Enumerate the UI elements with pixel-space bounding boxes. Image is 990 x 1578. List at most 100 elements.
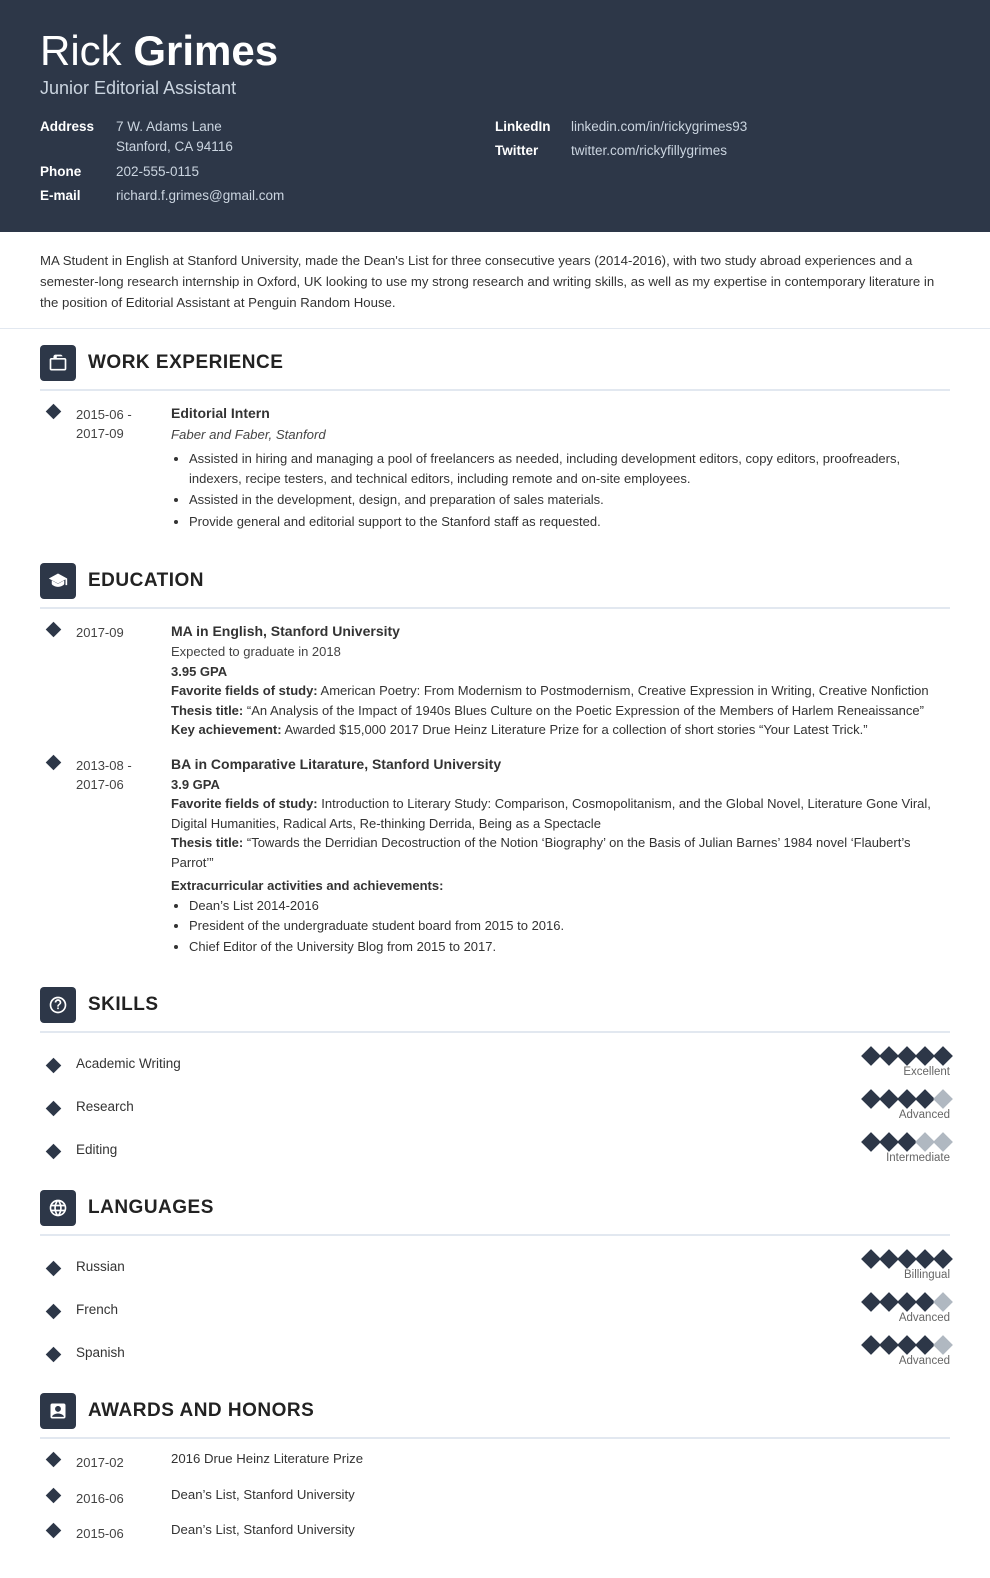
diamond-icon bbox=[46, 1144, 62, 1160]
skill-name: Russian bbox=[76, 1259, 820, 1274]
dot-filled bbox=[897, 1249, 917, 1269]
edu-section-header: EDUCATION bbox=[40, 547, 950, 609]
languages-section: LANGUAGES RussianBillingual French Advance… bbox=[0, 1174, 990, 1371]
lang-section-header: LANGUAGES bbox=[40, 1174, 950, 1236]
header-section: Rick Grimes Junior Editorial Assistant A… bbox=[0, 0, 990, 232]
skill-name: French bbox=[76, 1302, 820, 1317]
skill-name: Editing bbox=[76, 1142, 820, 1157]
work-icon bbox=[40, 345, 76, 381]
dot-filled bbox=[915, 1089, 935, 1109]
dot-filled bbox=[879, 1132, 899, 1152]
work-content-1: Editorial Intern Faber and Faber, Stanfo… bbox=[171, 403, 950, 534]
skill-level-label: Advanced bbox=[899, 1355, 950, 1367]
job-title: Junior Editorial Assistant bbox=[40, 78, 950, 99]
edu-degree-1: MA in English, Stanford University bbox=[171, 621, 950, 642]
dot-filled bbox=[933, 1249, 953, 1269]
full-name: Rick Grimes bbox=[40, 28, 950, 74]
skill-level-label: Advanced bbox=[899, 1109, 950, 1121]
skill-level-label: Advanced bbox=[899, 1312, 950, 1324]
skill-rating: Excellent bbox=[820, 1049, 950, 1078]
job-title-1: Editorial Intern bbox=[171, 403, 950, 424]
award-bullet bbox=[48, 1487, 76, 1509]
skills-section-header: SKILLS bbox=[40, 971, 950, 1033]
edu-entry-2: 2013-08 -2017-06 BA in Comparative Litar… bbox=[40, 754, 950, 958]
dot-empty bbox=[933, 1335, 953, 1355]
edu-content-2: BA in Comparative Litarature, Stanford U… bbox=[171, 754, 950, 958]
edu-field-label-1: Favorite fields of study: bbox=[171, 683, 318, 698]
skill-bullet bbox=[48, 1057, 76, 1071]
phone-row: Phone 202-555-0115 bbox=[40, 162, 495, 182]
award-entry: 2017-022016 Drue Heinz Literature Prize bbox=[40, 1451, 950, 1473]
skill-item: Spanish Advanced bbox=[40, 1334, 950, 1371]
contact-info: Address 7 W. Adams Lane Stanford, CA 941… bbox=[40, 117, 950, 210]
dot-empty bbox=[933, 1292, 953, 1312]
diamond-icon bbox=[46, 403, 62, 419]
skill-item: French Advanced bbox=[40, 1291, 950, 1328]
award-bullet bbox=[48, 1522, 76, 1544]
linkedin-row: LinkedIn linkedin.com/in/rickygrimes93 bbox=[495, 117, 950, 137]
edu-thesis-label-1: Thesis title: bbox=[171, 703, 243, 718]
edu-entry-1: 2017-09 MA in English, Stanford Universi… bbox=[40, 621, 950, 740]
email-row: E-mail richard.f.grimes@gmail.com bbox=[40, 186, 495, 206]
award-date: 2015-06 bbox=[76, 1522, 171, 1544]
dot-filled bbox=[915, 1335, 935, 1355]
work-experience-section: WORK EXPERIENCE 2015-06 -2017-09 Editori… bbox=[0, 329, 990, 534]
dot-filled bbox=[915, 1292, 935, 1312]
dot-filled bbox=[861, 1089, 881, 1109]
award-entry: 2016-06Dean’s List, Stanford University bbox=[40, 1487, 950, 1509]
contact-left: Address 7 W. Adams Lane Stanford, CA 941… bbox=[40, 117, 495, 210]
dot-filled bbox=[861, 1335, 881, 1355]
email-value: richard.f.grimes@gmail.com bbox=[116, 186, 284, 206]
edu-gpa-2: 3.9 GPA bbox=[171, 775, 950, 795]
award-entry: 2015-06Dean’s List, Stanford University bbox=[40, 1522, 950, 1544]
skill-dots bbox=[864, 1135, 950, 1149]
skill-item: Editing Intermediate bbox=[40, 1131, 950, 1168]
email-label: E-mail bbox=[40, 186, 110, 206]
awards-section: AWARDS AND HONORS 2017-022016 Drue Heinz… bbox=[0, 1377, 990, 1578]
skills-list: Academic WritingExcellentResearchAdvance… bbox=[40, 1045, 950, 1168]
awards-list: 2017-022016 Drue Heinz Literature Prize 2… bbox=[40, 1451, 950, 1544]
diamond-icon bbox=[46, 1452, 62, 1468]
award-name: Dean’s List, Stanford University bbox=[171, 1487, 355, 1509]
edu-extra-item-2: President of the undergraduate student b… bbox=[189, 916, 950, 936]
dot-filled bbox=[861, 1292, 881, 1312]
skill-level-label: Intermediate bbox=[886, 1152, 950, 1164]
diamond-icon bbox=[46, 1523, 62, 1539]
skills-section-title: SKILLS bbox=[88, 994, 159, 1016]
linkedin-label: LinkedIn bbox=[495, 117, 565, 137]
edu-thesis-1: Thesis title: “An Analysis of the Impact… bbox=[171, 701, 950, 721]
diamond-icon bbox=[46, 1261, 62, 1277]
skill-name: Spanish bbox=[76, 1345, 820, 1360]
diamond-icon bbox=[46, 1304, 62, 1320]
diamond-icon bbox=[46, 755, 62, 771]
skill-item: RussianBillingual bbox=[40, 1248, 950, 1285]
diamond-icon bbox=[46, 1488, 62, 1504]
dot-filled bbox=[879, 1292, 899, 1312]
edu-field-2: Favorite fields of study: Introduction t… bbox=[171, 794, 950, 833]
work-entry-1: 2015-06 -2017-09 Editorial Intern Faber … bbox=[40, 403, 950, 534]
dot-filled bbox=[933, 1046, 953, 1066]
dot-filled bbox=[861, 1046, 881, 1066]
address-value: 7 W. Adams Lane Stanford, CA 94116 bbox=[116, 117, 233, 158]
edu-content-1: MA in English, Stanford University Expec… bbox=[171, 621, 950, 740]
briefcase-icon bbox=[48, 353, 68, 373]
linkedin-value: linkedin.com/in/rickygrimes93 bbox=[571, 117, 747, 137]
twitter-row: Twitter twitter.com/rickyfillygrimes bbox=[495, 141, 950, 161]
skill-dots bbox=[864, 1092, 950, 1106]
awards-section-title: AWARDS AND HONORS bbox=[88, 1400, 314, 1422]
contact-right: LinkedIn linkedin.com/in/rickygrimes93 T… bbox=[495, 117, 950, 210]
edu-achieve-label-1: Key achievement: bbox=[171, 722, 282, 737]
skills-icon bbox=[40, 987, 76, 1023]
dot-filled bbox=[861, 1249, 881, 1269]
skill-name: Academic Writing bbox=[76, 1056, 820, 1071]
lang-section-title: LANGUAGES bbox=[88, 1197, 214, 1219]
summary-text: MA Student in English at Stanford Univer… bbox=[40, 253, 934, 310]
dot-empty bbox=[915, 1132, 935, 1152]
skill-dots bbox=[864, 1049, 950, 1063]
work-section-title: WORK EXPERIENCE bbox=[88, 352, 283, 374]
dot-empty bbox=[933, 1132, 953, 1152]
dot-filled bbox=[915, 1046, 935, 1066]
award-name: Dean’s List, Stanford University bbox=[171, 1522, 355, 1544]
awards-section-header: AWARDS AND HONORS bbox=[40, 1377, 950, 1439]
dot-filled bbox=[897, 1046, 917, 1066]
